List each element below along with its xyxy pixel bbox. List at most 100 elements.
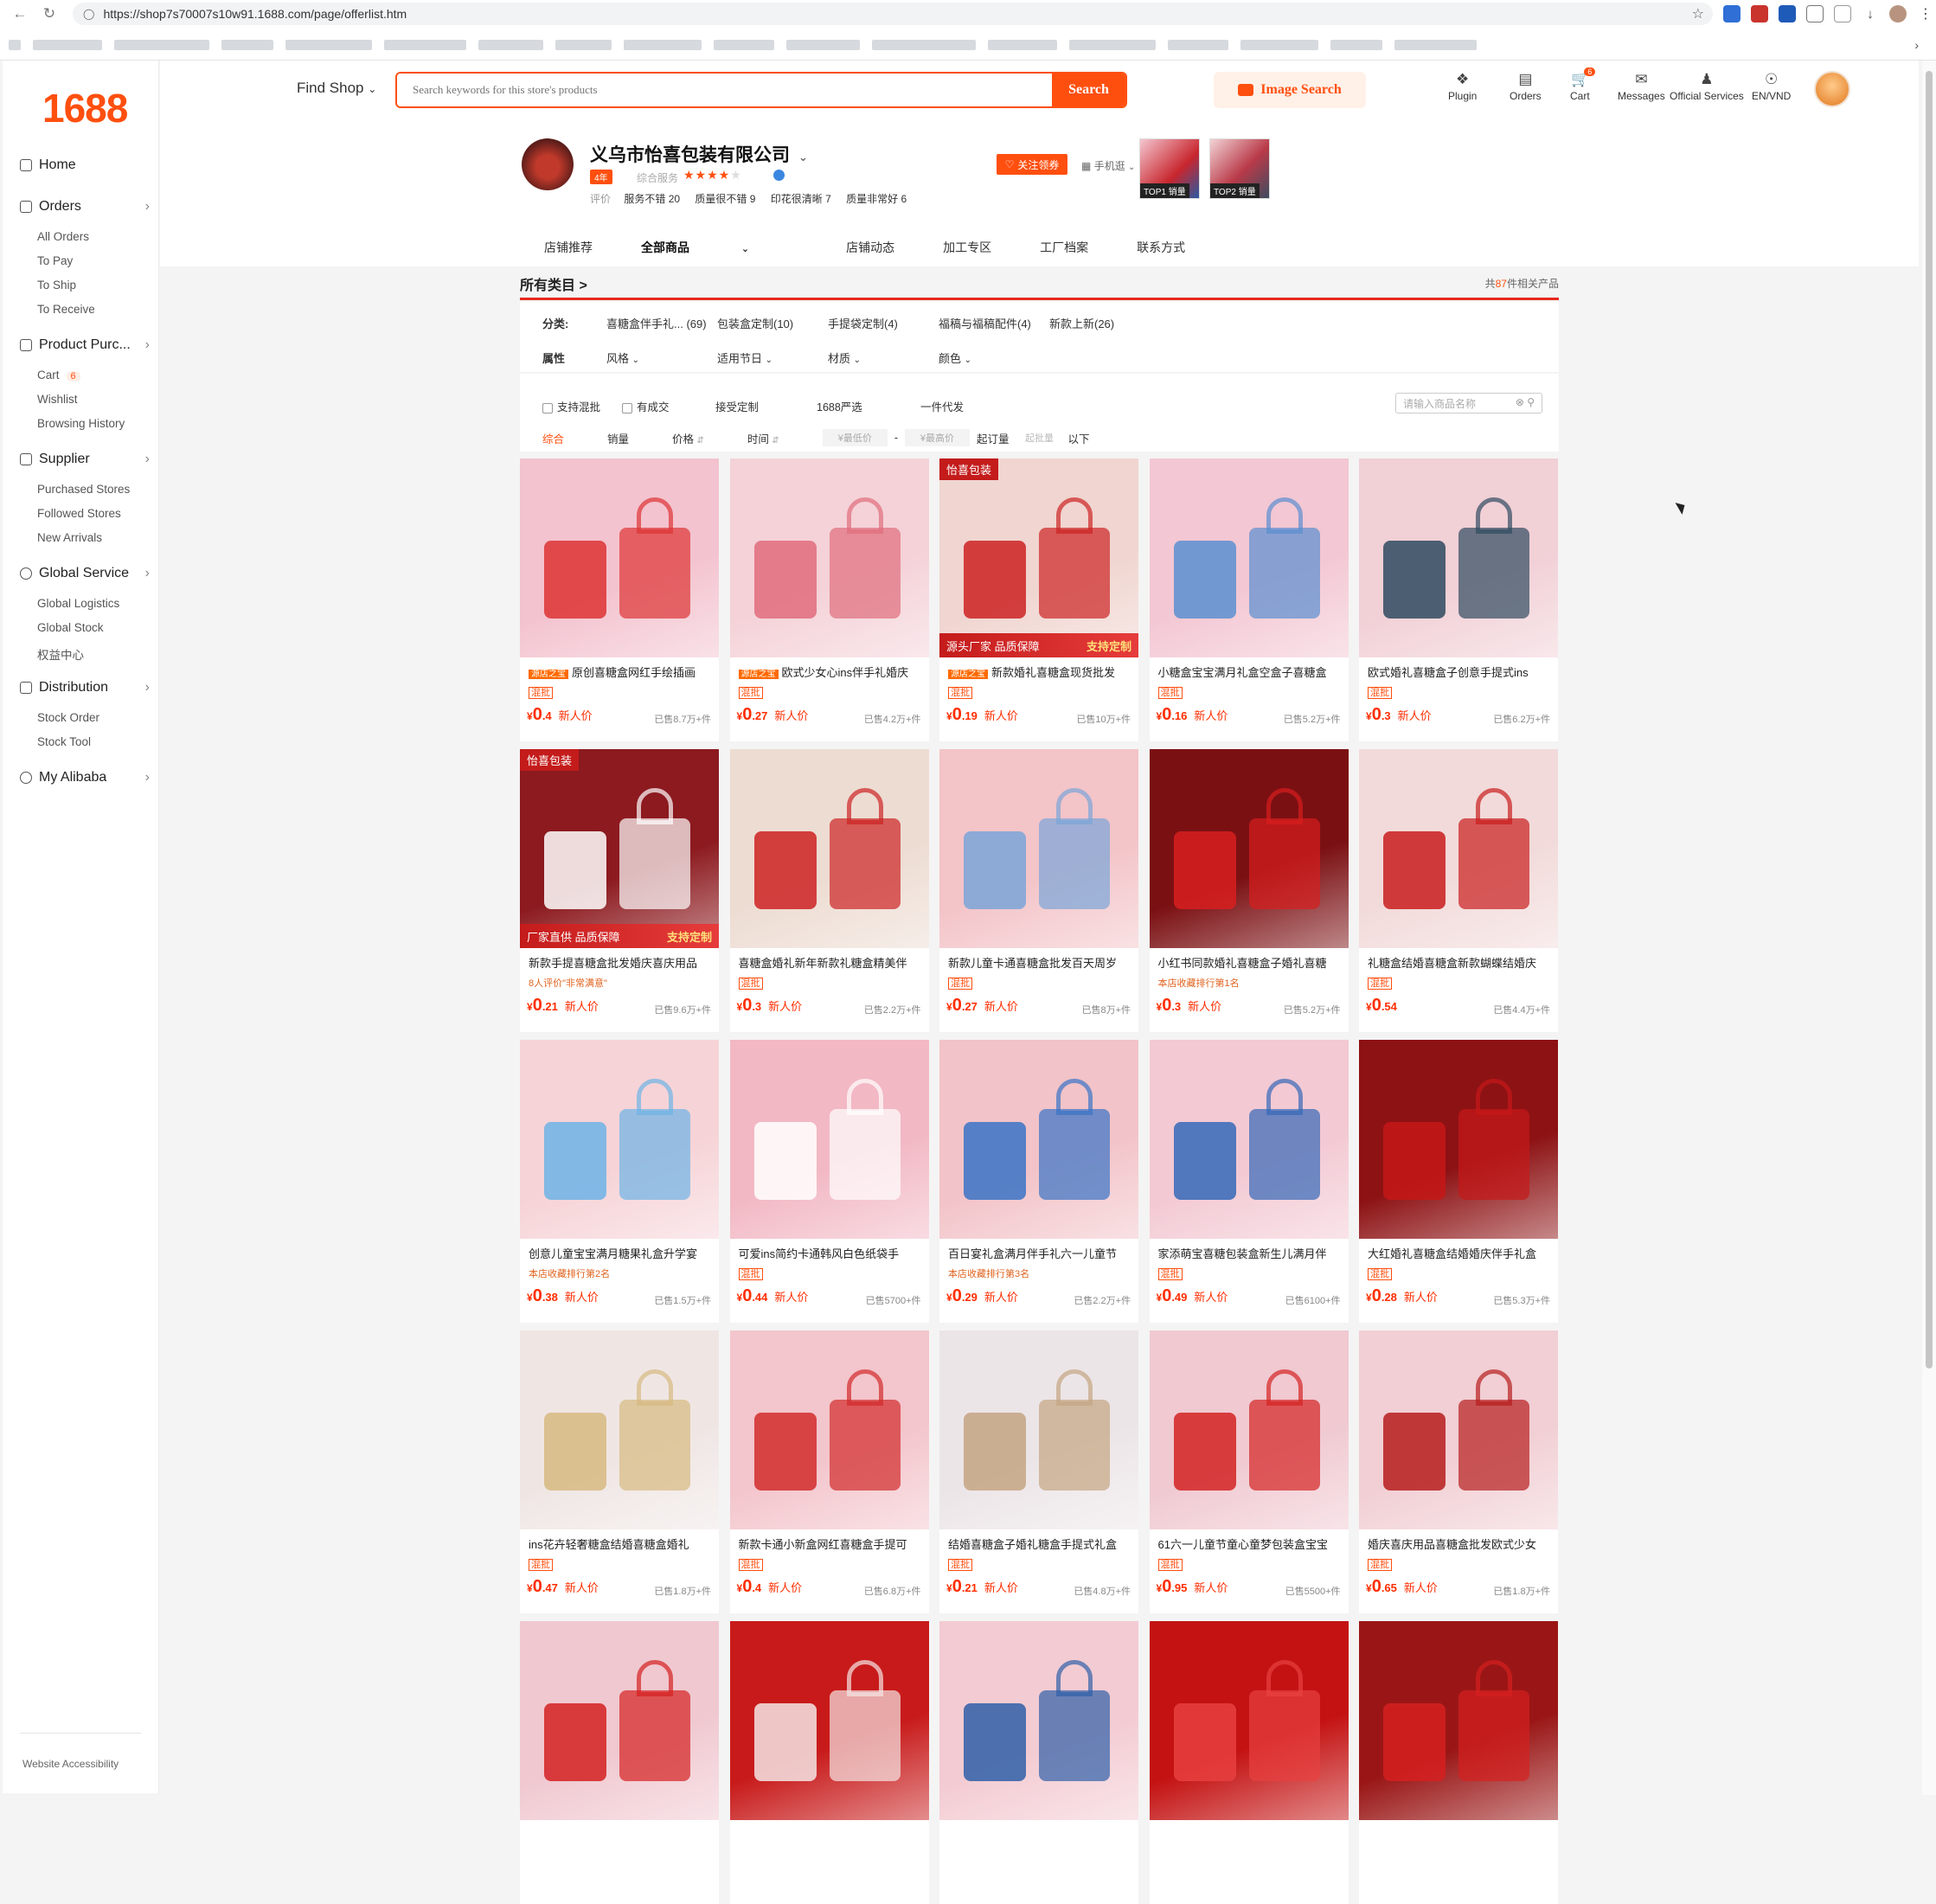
product-title[interactable]: 礼糖盒结婚喜糖盒新款蝴蝶结婚庆 — [1368, 954, 1554, 971]
sidebar-group-product-purchase[interactable]: Product Purc... › — [20, 337, 150, 353]
product-card[interactable] — [939, 1621, 1138, 1904]
max-price-input[interactable]: ¥最高价 — [904, 429, 970, 446]
user-avatar[interactable] — [1814, 71, 1850, 107]
product-image[interactable] — [729, 1621, 929, 1820]
product-title[interactable]: 百日宴礼盒满月伴手礼六一儿童节 — [948, 1245, 1134, 1261]
extension-icon[interactable] — [1751, 5, 1768, 22]
product-image[interactable] — [939, 1621, 1138, 1820]
bookmark-item[interactable] — [714, 40, 774, 50]
product-image[interactable] — [1359, 1621, 1558, 1820]
attribute-dropdown[interactable]: 材质 ⌄ — [828, 349, 939, 366]
image-search-button[interactable]: Image Search — [1214, 72, 1366, 108]
product-title[interactable]: 创意儿童宝宝满月糖果礼盒升学宴 — [529, 1245, 715, 1261]
bookmark-item[interactable] — [478, 40, 543, 50]
tab-factory-profile[interactable]: 工厂档案 — [1040, 239, 1088, 256]
product-image[interactable] — [1149, 1330, 1349, 1529]
filter-mixed-batch[interactable]: 支持混批 — [542, 398, 622, 414]
product-image[interactable] — [1149, 458, 1349, 657]
product-title[interactable]: 大红婚礼喜糖盒结婚婚庆伴手礼盒 — [1368, 1245, 1554, 1261]
search-button[interactable]: Search — [1052, 74, 1125, 106]
shop-avatar[interactable] — [522, 138, 574, 190]
product-name-search[interactable]: 请输入商品名称 ⊗ ⚲ — [1395, 393, 1542, 413]
product-card[interactable]: 61六一儿童节童心童梦包装盒宝宝 混批 ¥0.95 新人价 已售5500+件 — [1149, 1330, 1349, 1613]
bookmark-item[interactable] — [221, 40, 273, 50]
tab-shop-recommend[interactable]: 店铺推荐 — [544, 239, 593, 256]
sidebar-item-cart[interactable]: Cart 6 — [37, 369, 80, 381]
bookmark-item[interactable] — [1394, 40, 1477, 50]
product-title[interactable]: 婚庆喜庆用品喜糖盒批发欧式少女 — [1368, 1535, 1554, 1552]
sidebar-item-home[interactable]: Home — [20, 157, 150, 173]
product-card[interactable]: 源店之宝 欧式少女心ins伴手礼婚庆 混批 ¥0.27 新人价 已售4.2万+件 — [729, 458, 929, 741]
plugin-button[interactable]: ❖ Plugin — [1448, 71, 1477, 102]
category-breadcrumb[interactable]: 所有类目 > — [520, 273, 587, 294]
top-product-thumb[interactable]: TOP2 销量 — [1209, 138, 1270, 199]
product-image[interactable] — [729, 1330, 929, 1529]
product-card[interactable]: 家添萌宝喜糖包装盒新生儿满月伴 混批 ¥0.49 新人价 已售6100+件 — [1149, 1040, 1349, 1323]
category-option[interactable]: 福稿与福稿配件(4) — [939, 315, 1049, 331]
tab-all-products[interactable]: 全部商品 ⌄ — [641, 239, 798, 256]
scrollbar-thumb[interactable] — [1926, 71, 1933, 1369]
bookmark-item[interactable] — [1069, 40, 1156, 50]
bookmark-item[interactable] — [114, 40, 209, 50]
category-option[interactable]: 包装盒定制(10) — [717, 315, 828, 331]
sidebar-item-stock-order[interactable]: Stock Order — [37, 711, 99, 724]
product-title[interactable]: 源店之宝 新款婚礼喜糖盒现货批发 — [948, 664, 1134, 680]
checkbox[interactable] — [542, 402, 553, 413]
product-image[interactable] — [939, 1330, 1138, 1529]
product-title[interactable]: 结婚喜糖盒子婚礼糖盒手提式礼盒 — [948, 1535, 1134, 1552]
language-currency-button[interactable]: ☉ EN/VND — [1752, 71, 1791, 102]
product-image[interactable] — [1149, 1040, 1349, 1239]
product-card[interactable]: 怡喜包装 源头厂家 品质保障 支持定制 源店之宝 新款婚礼喜糖盒现货批发 混批 ¥0.19 新… — [939, 458, 1138, 741]
filter-1688-select[interactable]: 1688严选 — [817, 398, 920, 414]
shop-name[interactable]: 义乌市怡喜包装有限公司 ⌄ — [590, 141, 808, 167]
product-card[interactable]: 小红书同款婚礼喜糖盒子婚礼喜糖 本店收藏排行第1名 ¥0.3 新人价 已售5.2万+件 — [1149, 749, 1349, 1032]
product-title[interactable]: 新款手提喜糖盒批发婚庆喜庆用品 — [529, 954, 715, 971]
product-card[interactable]: 创意儿童宝宝满月糖果礼盒升学宴 本店收藏排行第2名 ¥0.38 新人价 已售1.5万+件 — [520, 1040, 719, 1323]
bookmark-item[interactable] — [1240, 40, 1318, 50]
chevron-right-icon[interactable]: › — [1914, 38, 1919, 52]
site-info-icon[interactable]: ◯ — [83, 8, 94, 20]
product-title[interactable]: 源店之宝 欧式少女心ins伴手礼婚庆 — [738, 664, 925, 680]
product-image[interactable] — [1359, 1040, 1558, 1239]
product-card[interactable]: 喜糖盒婚礼新年新款礼糖盒精美伴 混批 ¥0.3 新人价 已售2.2万+件 — [729, 749, 929, 1032]
product-title[interactable]: 小糖盒宝宝满月礼盒空盒子喜糖盒 — [1158, 664, 1344, 680]
sidebar-group-orders[interactable]: Orders › — [20, 199, 150, 215]
sidebar-item-new-arrivals[interactable]: New Arrivals — [37, 531, 102, 544]
product-card[interactable] — [729, 1621, 929, 1904]
cart-button[interactable]: 🛒 6 Cart — [1570, 67, 1596, 102]
sidebar-item-all-orders[interactable]: All Orders — [37, 230, 89, 243]
product-title[interactable]: 新款卡通小新盒网红喜糖盒手提可 — [739, 1535, 925, 1552]
product-card[interactable]: 可爱ins简约卡通韩风白色纸袋手 混批 ¥0.44 新人价 已售5700+件 — [729, 1040, 929, 1323]
product-card[interactable]: ins花卉轻奢糖盒结婚喜糖盒婚礼 混批 ¥0.47 新人价 已售1.8万+件 — [520, 1330, 719, 1613]
product-image[interactable] — [520, 1040, 719, 1239]
product-image[interactable] — [729, 458, 929, 657]
bookmark-item[interactable] — [384, 40, 466, 50]
tab-processing[interactable]: 加工专区 — [943, 239, 991, 256]
bookmark-item[interactable] — [555, 40, 612, 50]
sort-comprehensive[interactable]: 综合 — [542, 430, 564, 446]
chevron-down-icon[interactable]: ⌄ — [798, 151, 808, 163]
follow-shop-button[interactable]: ♡ 关注领券 — [997, 154, 1067, 175]
min-price-input[interactable]: ¥最低价 — [822, 429, 888, 446]
sidebar-group-global-service[interactable]: Global Service › — [20, 566, 150, 581]
filter-accept-custom[interactable]: 接受定制 — [715, 398, 817, 414]
reload-icon[interactable]: ↻ — [40, 4, 59, 23]
sidebar-item-global-logistics[interactable]: Global Logistics — [37, 597, 119, 610]
product-image[interactable] — [939, 749, 1138, 948]
page-scrollbar[interactable] — [1922, 61, 1936, 1795]
sidebar-item-to-receive[interactable]: To Receive — [37, 303, 95, 316]
extension-icon[interactable] — [1779, 5, 1796, 22]
sort-time[interactable]: 时间 ⇵ — [747, 430, 779, 446]
search-icon[interactable]: ⊗ ⚲ — [1516, 396, 1535, 408]
product-title[interactable]: 可爱ins简约卡通韩风白色纸袋手 — [739, 1245, 925, 1261]
profile-avatar[interactable] — [1889, 5, 1907, 22]
product-card[interactable] — [520, 1621, 719, 1904]
product-card[interactable]: 结婚喜糖盒子婚礼糖盒手提式礼盒 混批 ¥0.21 新人价 已售4.8万+件 — [939, 1330, 1138, 1613]
sort-sales[interactable]: 销量 — [607, 430, 629, 446]
filter-dropship[interactable]: 一件代发 — [920, 398, 964, 414]
sidebar-item-purchased-stores[interactable]: Purchased Stores — [37, 483, 130, 496]
bookmark-item[interactable] — [786, 40, 860, 50]
bookmark-item[interactable] — [624, 40, 702, 50]
review-tag[interactable]: 质量很不错 9 — [695, 193, 755, 205]
bookmark-item[interactable] — [33, 40, 102, 50]
